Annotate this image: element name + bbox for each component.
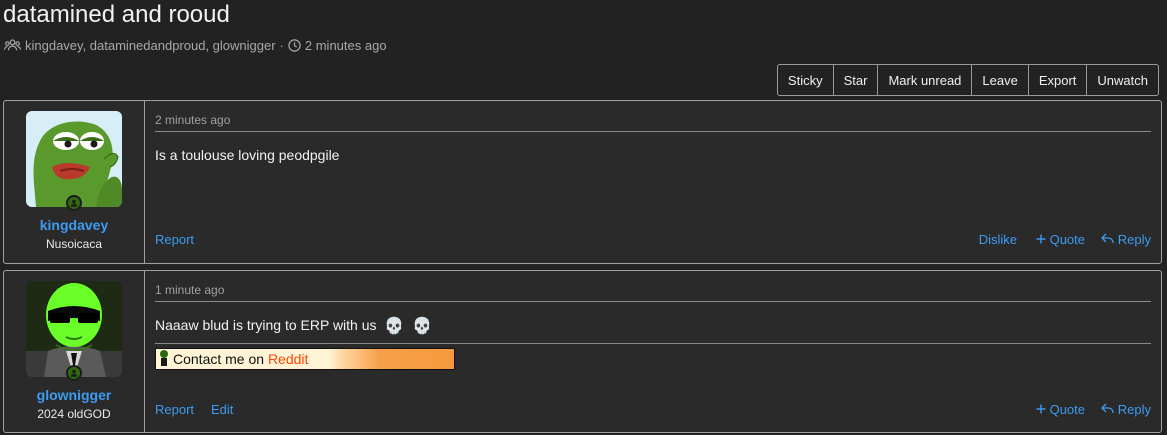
snoo-icon xyxy=(158,349,170,369)
report-link[interactable]: Report xyxy=(155,402,194,417)
post-author-panel: glownigger 2024 oldGOD xyxy=(4,271,145,432)
post-text: Naaaw blud is trying to ERP with us xyxy=(155,317,377,333)
unwatch-button[interactable]: Unwatch xyxy=(1086,65,1158,95)
signature-banner[interactable]: Contact me on Reddit xyxy=(155,348,455,370)
quote-label: Quote xyxy=(1049,402,1085,417)
divider xyxy=(155,301,1151,302)
reply-label: Reply xyxy=(1117,232,1151,247)
skull-emoji: 💀 xyxy=(384,318,405,335)
message-post: kingdavey Nusoicaca 2 minutes ago Is a t… xyxy=(3,100,1162,264)
post-content: Naaaw blud is trying to ERP with us 💀 💀 xyxy=(155,316,432,336)
user-title: 2024 oldGOD xyxy=(37,407,111,421)
online-status-icon xyxy=(66,195,82,211)
divider xyxy=(155,131,1151,132)
post-content: Is a toulouse loving peodpgile xyxy=(155,147,340,163)
avatar[interactable] xyxy=(26,111,122,207)
post-username[interactable]: kingdavey xyxy=(4,217,144,233)
reply-link[interactable]: Reply xyxy=(1100,402,1151,417)
post-timestamp[interactable]: 2 minutes ago xyxy=(155,113,230,127)
reply-icon xyxy=(1100,402,1118,417)
meta-separator: · xyxy=(279,37,284,53)
plus-icon xyxy=(1036,402,1050,417)
thread-time: 2 minutes ago xyxy=(304,37,387,53)
star-button[interactable]: Star xyxy=(832,65,878,95)
thread-toolbar: Sticky Star Mark unread Leave Export Unw… xyxy=(776,64,1159,96)
user-title: Nusoicaca xyxy=(45,237,103,251)
quote-link[interactable]: Quote xyxy=(1036,402,1085,417)
plus-icon xyxy=(1036,232,1050,247)
reply-link[interactable]: Reply xyxy=(1100,232,1151,247)
post-timestamp[interactable]: 1 minute ago xyxy=(155,283,224,297)
edit-link[interactable]: Edit xyxy=(211,402,233,417)
export-button[interactable]: Export xyxy=(1027,65,1087,95)
post-body-panel: 2 minutes ago Is a toulouse loving peodp… xyxy=(145,101,1161,263)
thread-title: datamined and rooud xyxy=(3,1,230,28)
participants-list: kingdavey, dataminedandproud, glownigger xyxy=(25,37,276,53)
signature-text: Contact me on Reddit xyxy=(173,351,308,367)
reply-icon xyxy=(1100,232,1118,247)
online-status-icon xyxy=(66,365,82,381)
thread-page: datamined and rooud kingdavey, datamined… xyxy=(0,0,1167,435)
mark-unread-button[interactable]: Mark unread xyxy=(877,65,971,95)
sticky-button[interactable]: Sticky xyxy=(778,65,833,95)
reply-label: Reply xyxy=(1117,402,1151,417)
post-author-panel: kingdavey Nusoicaca xyxy=(4,101,145,263)
skull-emoji: 💀 xyxy=(412,318,433,335)
thread-meta: kingdavey, dataminedandproud, glownigger… xyxy=(4,37,387,53)
clock-icon xyxy=(288,38,301,52)
leave-button[interactable]: Leave xyxy=(971,65,1027,95)
signature-brand: Reddit xyxy=(267,351,309,367)
quote-label: Quote xyxy=(1049,232,1085,247)
message-post: glownigger 2024 oldGOD 1 minute ago Naaa… xyxy=(3,270,1162,433)
dislike-link[interactable]: Dislike xyxy=(979,232,1017,247)
post-username[interactable]: glownigger xyxy=(4,387,144,403)
users-icon xyxy=(4,39,21,51)
signature-prefix: Contact me on xyxy=(173,351,268,367)
avatar[interactable] xyxy=(26,281,122,377)
signature-divider xyxy=(155,343,1151,344)
quote-link[interactable]: Quote xyxy=(1036,232,1085,247)
report-link[interactable]: Report xyxy=(155,232,194,247)
post-body-panel: 1 minute ago Naaaw blud is trying to ERP… xyxy=(145,271,1161,432)
